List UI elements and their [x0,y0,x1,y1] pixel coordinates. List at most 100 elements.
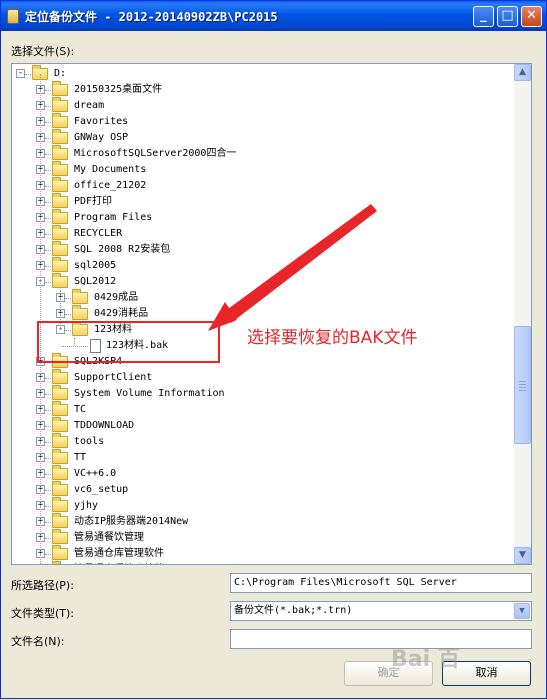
tree-item-label: SQL2012 [74,276,117,287]
tree-item-label: sql2005 [74,260,117,271]
tree-item-label: 动态IP服务器端2014New [74,516,189,527]
folder-icon [72,305,88,320]
folder-icon [52,513,68,528]
tree-folder-item[interactable]: + 管易通仓库管理软件 [12,545,512,562]
tree-item-label: Program Files [74,212,153,223]
collapse-icon[interactable]: - [16,69,25,78]
folder-icon [52,177,68,192]
database-icon [7,9,19,24]
tree-folder-item[interactable]: + vc6_setup [12,481,512,498]
folder-icon [52,97,68,112]
tree-item-label: TDDOWNLOAD [74,420,135,431]
tree-item-label: System Volume Information [74,388,225,399]
folder-icon [72,289,88,304]
folder-icon [52,209,68,224]
highlight-box [37,321,220,363]
tree-folder-item[interactable]: + VC++6.0 [12,465,512,482]
tree-item-label: 0429成品 [94,292,139,303]
tree-item-label: My Documents [74,164,147,175]
tree-item-label: 管易通仓库管理软件 [74,548,164,559]
tree-item-label: Favorites [74,116,129,127]
tree-item-label: VC++6.0 [74,468,117,479]
folder-icon [52,161,68,176]
folder-icon [52,433,68,448]
tree-folder-item[interactable]: +0429消耗品 [12,305,512,322]
tree-folder-item[interactable]: + PDF打印 [12,193,512,210]
file-name-input[interactable] [230,629,532,649]
tree-item-label: office_21202 [74,180,147,191]
annotation-text: 选择要恢复的BAK文件 [247,328,418,348]
tree-folder-item[interactable]: + office_21202 [12,177,512,194]
tree-folder-item[interactable]: + SupportClient [12,369,512,386]
tree-folder-item[interactable]: + SQL 2008 R2安装包 [12,241,512,258]
tree-folder-item[interactable]: + RECYCLER [12,225,512,242]
tree-folder-item[interactable]: + Favorites [12,113,512,130]
tree-folder-item[interactable]: +20150325桌面文件 [12,81,512,98]
tree-folder-item[interactable]: + tools [12,433,512,450]
folder-icon [52,529,68,544]
tree-item-label: 管易通商贸管理软件 [74,562,164,564]
tree-item-label: GNWay OSP [74,132,129,143]
folder-icon [52,497,68,512]
file-type-select[interactable]: 备份文件(*.bak;*.trn) ▼ [230,601,532,621]
file-name-label: 文件名(N): [11,635,65,648]
folder-icon [52,81,68,96]
tree-folder-item[interactable]: + TDDOWNLOAD [12,417,512,434]
watermark: Bai 百 [391,647,460,672]
tree-folder-item[interactable]: + TT [12,449,512,466]
folder-icon [52,401,68,416]
minimize-button[interactable]: _ [473,6,494,27]
folder-icon [52,545,68,560]
path-label: 所选路径(P): [11,579,74,592]
folder-icon [52,417,68,432]
tree-folder-item[interactable]: + TC [12,401,512,418]
folder-icon [52,481,68,496]
tree-folder-item[interactable]: +0429成品 [12,289,512,306]
tree-folder-item[interactable]: + System Volume Information [12,385,512,402]
folder-icon [52,241,68,256]
tree-folder-item[interactable]: +管易通商贸管理软件 [12,561,512,564]
tree-folder-item[interactable]: - SQL2012 [12,273,512,290]
tree-folder-item[interactable]: + 管易通餐饮管理 [12,529,512,546]
tree-item-label: TC [74,404,87,415]
folder-icon [52,225,68,240]
file-tree[interactable]: - D: +20150325桌面文件 + dream + Favorites + GNWay O… [11,63,532,565]
tree-folder-item[interactable]: - D: [12,65,512,82]
tree-content: - D: +20150325桌面文件 + dream + Favorites + GNWay O… [12,64,514,564]
folder-icon [52,385,68,400]
file-type-label: 文件类型(T): [11,607,75,620]
file-type-value: 备份文件(*.bak;*.trn) [234,605,353,616]
tree-folder-item[interactable]: + dream [12,97,512,114]
tree-folder-item[interactable]: + yjhy [12,497,512,514]
tree-item-label: vc6_setup [74,484,129,495]
window-title: 定位备份文件 - 2012-20140902ZB\PC2015 [25,10,278,24]
folder-icon [52,369,68,384]
tree-folder-item[interactable]: + sql2005 [12,257,512,274]
folder-icon [52,113,68,128]
chevron-down-icon[interactable]: ▼ [514,603,530,619]
tree-item-label: TT [74,452,87,463]
tree-folder-item[interactable]: + 动态IP服务器端2014New [12,513,512,530]
tree-item-label: 0429消耗品 [94,308,149,319]
tree-folder-item[interactable]: + MicrosoftSQLServer2000四合一 [12,145,512,162]
scroll-down-button[interactable]: ▼ [514,547,531,564]
tree-folder-item[interactable]: + GNWay OSP [12,129,512,146]
tree-folder-item[interactable]: + Program Files [12,209,512,226]
folder-icon [52,145,68,160]
select-file-label: 选择文件(S): [11,45,75,58]
folder-icon [52,465,68,480]
tree-item-label: yjhy [74,500,99,511]
tree-item-label: SupportClient [74,372,153,383]
tree-item-label: tools [74,436,105,447]
maximize-button[interactable]: □ [497,6,518,27]
scroll-thumb[interactable] [514,326,531,444]
tree-vertical-scrollbar[interactable]: ▲ ▼ [514,64,531,564]
scroll-up-button[interactable]: ▲ [514,64,531,81]
title-bar[interactable]: 定位备份文件 - 2012-20140902ZB\PC2015 _ □ ✕ [1,1,546,31]
close-button[interactable]: ✕ [521,6,542,27]
tree-item-label: D: [54,68,67,79]
tree-item-label: PDF打印 [74,196,113,207]
tree-folder-item[interactable]: + My Documents [12,161,512,178]
path-field[interactable]: C:\Program Files\Microsoft SQL Server [230,573,532,593]
tree-item-label: SQL 2008 R2安装包 [74,244,171,255]
